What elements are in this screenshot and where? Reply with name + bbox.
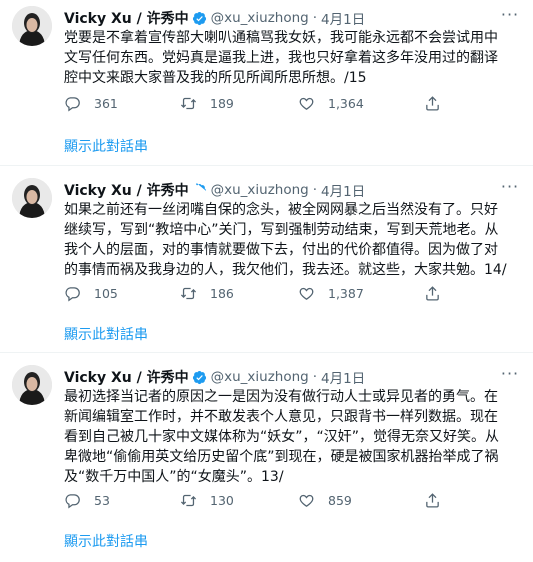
more-options-icon[interactable]: ··· — [499, 6, 521, 28]
tweet[interactable]: Vicky Xu / 许秀中 @xu_xiuzhong · 4月1日 ··· 最… — [0, 359, 533, 562]
verified-badge-icon — [192, 11, 207, 26]
share-icon — [426, 492, 439, 508]
share-button[interactable] — [424, 285, 460, 302]
reply-count: 105 — [94, 285, 118, 301]
like-count: 1,364 — [328, 95, 364, 111]
verified-badge-icon — [192, 370, 207, 385]
reply-count: 361 — [94, 95, 118, 111]
like-count: 1,387 — [328, 285, 364, 301]
show-thread-link[interactable]: 顯示此對話串 — [64, 531, 148, 551]
divider — [0, 165, 533, 166]
like-button[interactable]: 859 — [298, 492, 352, 509]
share-button[interactable] — [424, 95, 460, 112]
reply-button[interactable]: 53 — [64, 492, 110, 509]
tweet-text: 党要是不拿着宣传部大喇叭通稿骂我女妖，我可能永远都不会尝试用中文写任何东西。党妈… — [64, 30, 498, 86]
avatar[interactable] — [12, 365, 52, 405]
author-name[interactable]: Vicky Xu / 许秀中 — [64, 367, 189, 387]
author-handle[interactable]: @xu_xiuzhong — [211, 10, 309, 26]
like-button[interactable]: 1,364 — [298, 95, 364, 112]
verified-badge-icon — [192, 182, 207, 198]
retweet-count: 189 — [210, 95, 234, 111]
reply-button[interactable]: 105 — [64, 285, 118, 302]
reply-button[interactable]: 361 — [64, 95, 118, 112]
retweet-count: 186 — [210, 285, 234, 301]
author-handle[interactable]: @xu_xiuzhong — [211, 369, 309, 385]
show-thread-link[interactable]: 顯示此對話串 — [64, 136, 148, 156]
reply-icon — [65, 96, 80, 111]
author-name[interactable]: Vicky Xu / 许秀中 — [64, 180, 189, 200]
tweet-text: 如果之前还有一丝闭嘴自保的念头，被全网网暴之后当然没有了。只好继续写，写到“教培… — [64, 202, 507, 278]
like-count: 859 — [328, 492, 352, 508]
retweet-icon — [180, 97, 197, 109]
tweet[interactable]: Vicky Xu / 许秀中 @xu_xiuzhong · 4月1日 ··· 如… — [0, 172, 533, 352]
retweet-icon — [180, 494, 197, 506]
tweet-text: 最初选择当记者的原因之一是因为没有做行动人士或异见者的勇气。在新闻编辑室工作时，… — [64, 389, 500, 485]
reply-icon — [65, 286, 80, 301]
tweet-date[interactable]: 4月1日 — [321, 367, 365, 387]
heart-icon — [299, 494, 314, 507]
retweet-button[interactable]: 130 — [180, 492, 234, 509]
more-options-icon[interactable]: ··· — [499, 178, 521, 200]
author-name[interactable]: Vicky Xu / 许秀中 — [64, 8, 189, 28]
separator-dot: · — [312, 10, 318, 26]
retweet-button[interactable]: 186 — [180, 285, 234, 302]
divider — [0, 352, 533, 353]
avatar[interactable] — [12, 6, 52, 46]
tweet-date[interactable]: 4月1日 — [321, 8, 365, 28]
reply-icon — [65, 493, 80, 508]
share-icon — [426, 95, 439, 111]
separator-dot: · — [312, 182, 318, 198]
heart-icon — [299, 97, 314, 110]
show-thread-link[interactable]: 顯示此對話串 — [64, 324, 148, 344]
avatar[interactable] — [12, 178, 52, 218]
share-icon — [426, 285, 439, 301]
tweet[interactable]: Vicky Xu / 许秀中 @xu_xiuzhong · 4月1日 ··· 党… — [0, 0, 533, 166]
more-options-icon[interactable]: ··· — [499, 365, 521, 387]
retweet-icon — [180, 287, 197, 299]
reply-count: 53 — [94, 492, 110, 508]
share-button[interactable] — [424, 492, 460, 509]
separator-dot: · — [312, 369, 318, 385]
like-button[interactable]: 1,387 — [298, 285, 364, 302]
retweet-count: 130 — [210, 492, 234, 508]
retweet-button[interactable]: 189 — [180, 95, 234, 112]
author-handle[interactable]: @xu_xiuzhong — [211, 182, 309, 198]
tweet-date[interactable]: 4月1日 — [321, 180, 365, 200]
heart-icon — [299, 287, 314, 300]
